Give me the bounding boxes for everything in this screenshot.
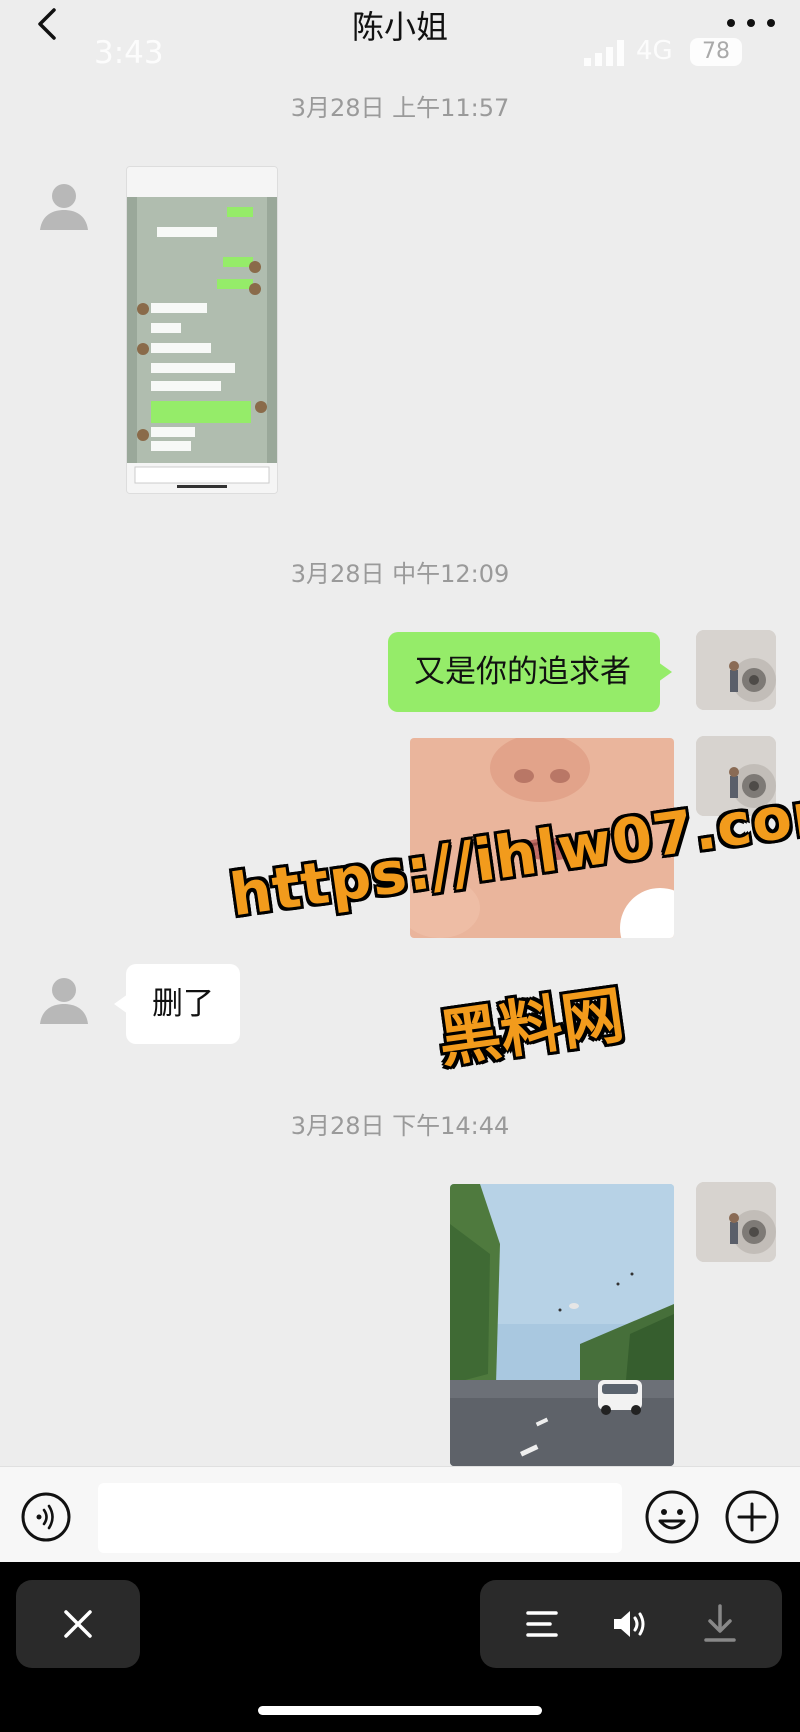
message-bubble-incoming[interactable]: 删了 bbox=[114, 964, 240, 1044]
status-time: 3:43 bbox=[94, 35, 164, 71]
message-text: 又是你的追求者 bbox=[414, 654, 631, 690]
message-bubble-outgoing[interactable]: 又是你的追求者 bbox=[388, 632, 672, 712]
network-label: 4G bbox=[636, 36, 673, 66]
watermark-site-name: 黑料网 bbox=[433, 977, 629, 1077]
media-controls bbox=[480, 1580, 782, 1668]
message-composer bbox=[0, 1466, 800, 1563]
close-button[interactable] bbox=[16, 1580, 140, 1668]
message-text: 删了 bbox=[152, 986, 214, 1022]
chat-screenshot-thumbnail bbox=[127, 167, 277, 493]
default-avatar-icon[interactable] bbox=[32, 174, 96, 238]
list-icon[interactable] bbox=[522, 1604, 562, 1644]
message-timestamp: 3月28日 下午14:44 bbox=[290, 1112, 510, 1140]
emoji-icon[interactable] bbox=[644, 1489, 700, 1545]
media-control-bar bbox=[0, 1562, 800, 1732]
image-message-photo[interactable] bbox=[450, 1184, 674, 1466]
my-avatar[interactable] bbox=[696, 630, 776, 710]
road-photo bbox=[450, 1184, 674, 1466]
voice-icon[interactable] bbox=[20, 1491, 72, 1543]
message-timestamp: 3月28日 中午12:09 bbox=[290, 560, 510, 588]
my-avatar[interactable] bbox=[696, 1182, 776, 1262]
message-timestamp: 3月28日 上午11:57 bbox=[290, 94, 510, 122]
message-input[interactable] bbox=[98, 1483, 622, 1553]
speaker-icon[interactable] bbox=[610, 1604, 650, 1644]
download-icon[interactable] bbox=[700, 1602, 740, 1646]
plus-icon[interactable] bbox=[724, 1489, 780, 1545]
default-avatar-icon[interactable] bbox=[32, 968, 96, 1032]
status-bar: 3:43 4G 78 bbox=[0, 30, 800, 80]
home-indicator bbox=[258, 1706, 542, 1715]
signal-icon bbox=[584, 40, 624, 66]
battery-badge: 78 bbox=[690, 38, 742, 66]
image-message-screenshot[interactable] bbox=[126, 166, 278, 494]
close-icon bbox=[64, 1610, 92, 1638]
